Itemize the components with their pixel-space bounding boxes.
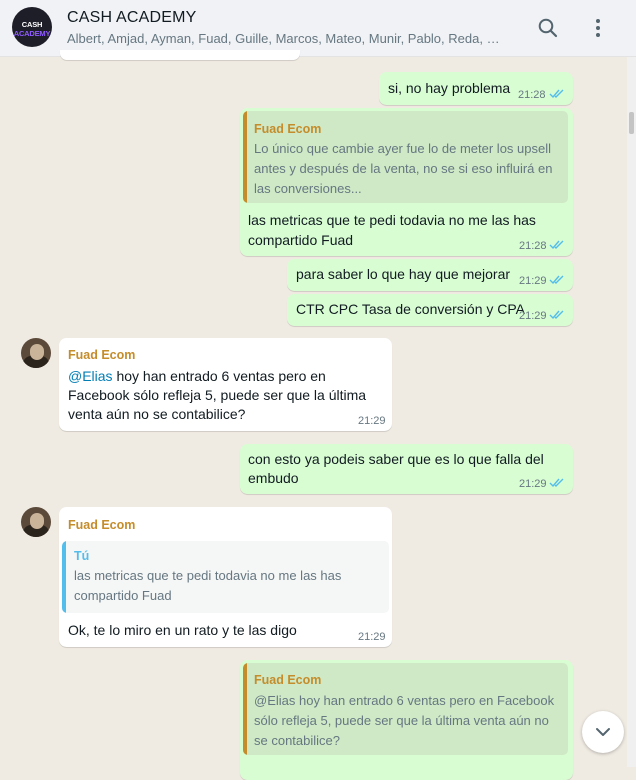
message-text: si, no hay problema xyxy=(388,80,511,96)
outgoing-message[interactable]: CTR CPC Tasa de conversión y CPA 21:29 xyxy=(287,294,573,326)
message-text-line: venta aún no se contabilice? xyxy=(68,406,246,422)
message-text-line: @Elias hoy han entrado 6 ventas pero en xyxy=(68,368,326,384)
read-ticks-icon xyxy=(549,89,564,99)
message-time: 21:28 xyxy=(518,89,546,101)
message-time: 21:29 xyxy=(519,478,547,490)
quoted-sender: Fuad Ecom xyxy=(254,122,322,136)
quoted-text-line: Lo único que cambie ayer fue lo de meter… xyxy=(254,141,552,156)
read-ticks-icon xyxy=(549,240,564,250)
chevron-down-icon xyxy=(596,728,610,736)
group-avatar-logo: CASH ACADEMY xyxy=(13,20,51,38)
scrollbar-thumb[interactable] xyxy=(629,112,634,134)
previous-message-edge xyxy=(60,50,300,60)
quoted-message[interactable]: Fuad Ecom Lo único que cambie ayer fue l… xyxy=(243,111,568,203)
group-title[interactable]: CASH ACADEMY xyxy=(67,9,197,27)
quoted-sender: Fuad Ecom xyxy=(254,673,322,687)
message-text-line: embudo xyxy=(248,470,299,486)
read-ticks-icon xyxy=(549,310,564,320)
outgoing-reply-message[interactable]: Fuad Ecom @Elias hoy han entrado 6 venta… xyxy=(240,660,573,780)
incoming-message[interactable]: Fuad Ecom @Elias hoy han entrado 6 venta… xyxy=(59,338,392,431)
message-text-line: con esto ya podeis saber que es lo que f… xyxy=(248,451,544,467)
message-time: 21:29 xyxy=(519,275,547,287)
message-text: para saber lo que hay que mejorar xyxy=(296,266,511,282)
message-text-line: compartido Fuad xyxy=(248,232,354,248)
chat-scrollbar[interactable] xyxy=(627,57,636,767)
search-icon[interactable] xyxy=(536,16,560,40)
message-time: 21:29 xyxy=(519,310,547,322)
quoted-text-line: antes y después de la venta, no se si es… xyxy=(254,161,553,176)
outgoing-reply-message[interactable]: Fuad Ecom Lo único que cambie ayer fue l… xyxy=(240,108,573,256)
outgoing-message[interactable]: con esto ya podeis saber que es lo que f… xyxy=(240,444,573,494)
read-ticks-icon xyxy=(549,275,564,285)
more-vertical-icon[interactable] xyxy=(586,16,610,40)
message-text-line: Facebook sólo refleja 5, puede ser que l… xyxy=(68,387,367,403)
quoted-message[interactable]: Tú las metricas que te pedi todavia no m… xyxy=(62,541,389,613)
quoted-text-line: compartido Fuad xyxy=(74,588,172,603)
message-time: 21:29 xyxy=(358,631,386,643)
sender-avatar[interactable] xyxy=(21,338,51,368)
message-text: Ok, te lo miro en un rato y te las digo xyxy=(68,622,297,638)
quoted-text-line: sólo refleja 5, puede ser que la última … xyxy=(254,713,549,728)
group-avatar[interactable]: CASH ACADEMY xyxy=(12,7,52,47)
message-text-line: las metricas que te pedi todavia no me l… xyxy=(248,212,536,228)
outgoing-message[interactable]: para saber lo que hay que mejorar 21:29 xyxy=(287,259,573,291)
scroll-to-bottom-button[interactable] xyxy=(582,711,624,753)
quoted-sender: Tú xyxy=(74,549,90,563)
message-time: 21:28 xyxy=(519,240,547,252)
incoming-reply-message[interactable]: Fuad Ecom Tú las metricas que te pedi to… xyxy=(59,507,392,647)
chat-header[interactable]: CASH ACADEMY CASH ACADEMY Albert, Amjad,… xyxy=(0,0,636,57)
quoted-message[interactable]: Fuad Ecom @Elias hoy han entrado 6 venta… xyxy=(243,663,568,755)
mention-link[interactable]: @Elias xyxy=(68,368,113,384)
message-text: CTR CPC Tasa de conversión y CPA xyxy=(296,301,526,317)
quoted-text-line: las metricas que te pedi todavia no me l… xyxy=(74,568,342,583)
outgoing-message[interactable]: si, no hay problema 21:28 xyxy=(379,72,573,105)
sender-avatar[interactable] xyxy=(21,507,51,537)
read-ticks-icon xyxy=(549,478,564,488)
quoted-text-line: @Elias hoy han entrado 6 ventas pero en … xyxy=(254,693,555,708)
group-members[interactable]: Albert, Amjad, Ayman, Fuad, Guille, Marc… xyxy=(67,31,507,46)
message-time: 21:29 xyxy=(358,415,386,427)
quoted-text-line: se contabilice? xyxy=(254,733,340,748)
sender-name[interactable]: Fuad Ecom xyxy=(68,348,135,362)
sender-name[interactable]: Fuad Ecom xyxy=(68,518,135,532)
quoted-text-line: las conversiones... xyxy=(254,181,362,196)
